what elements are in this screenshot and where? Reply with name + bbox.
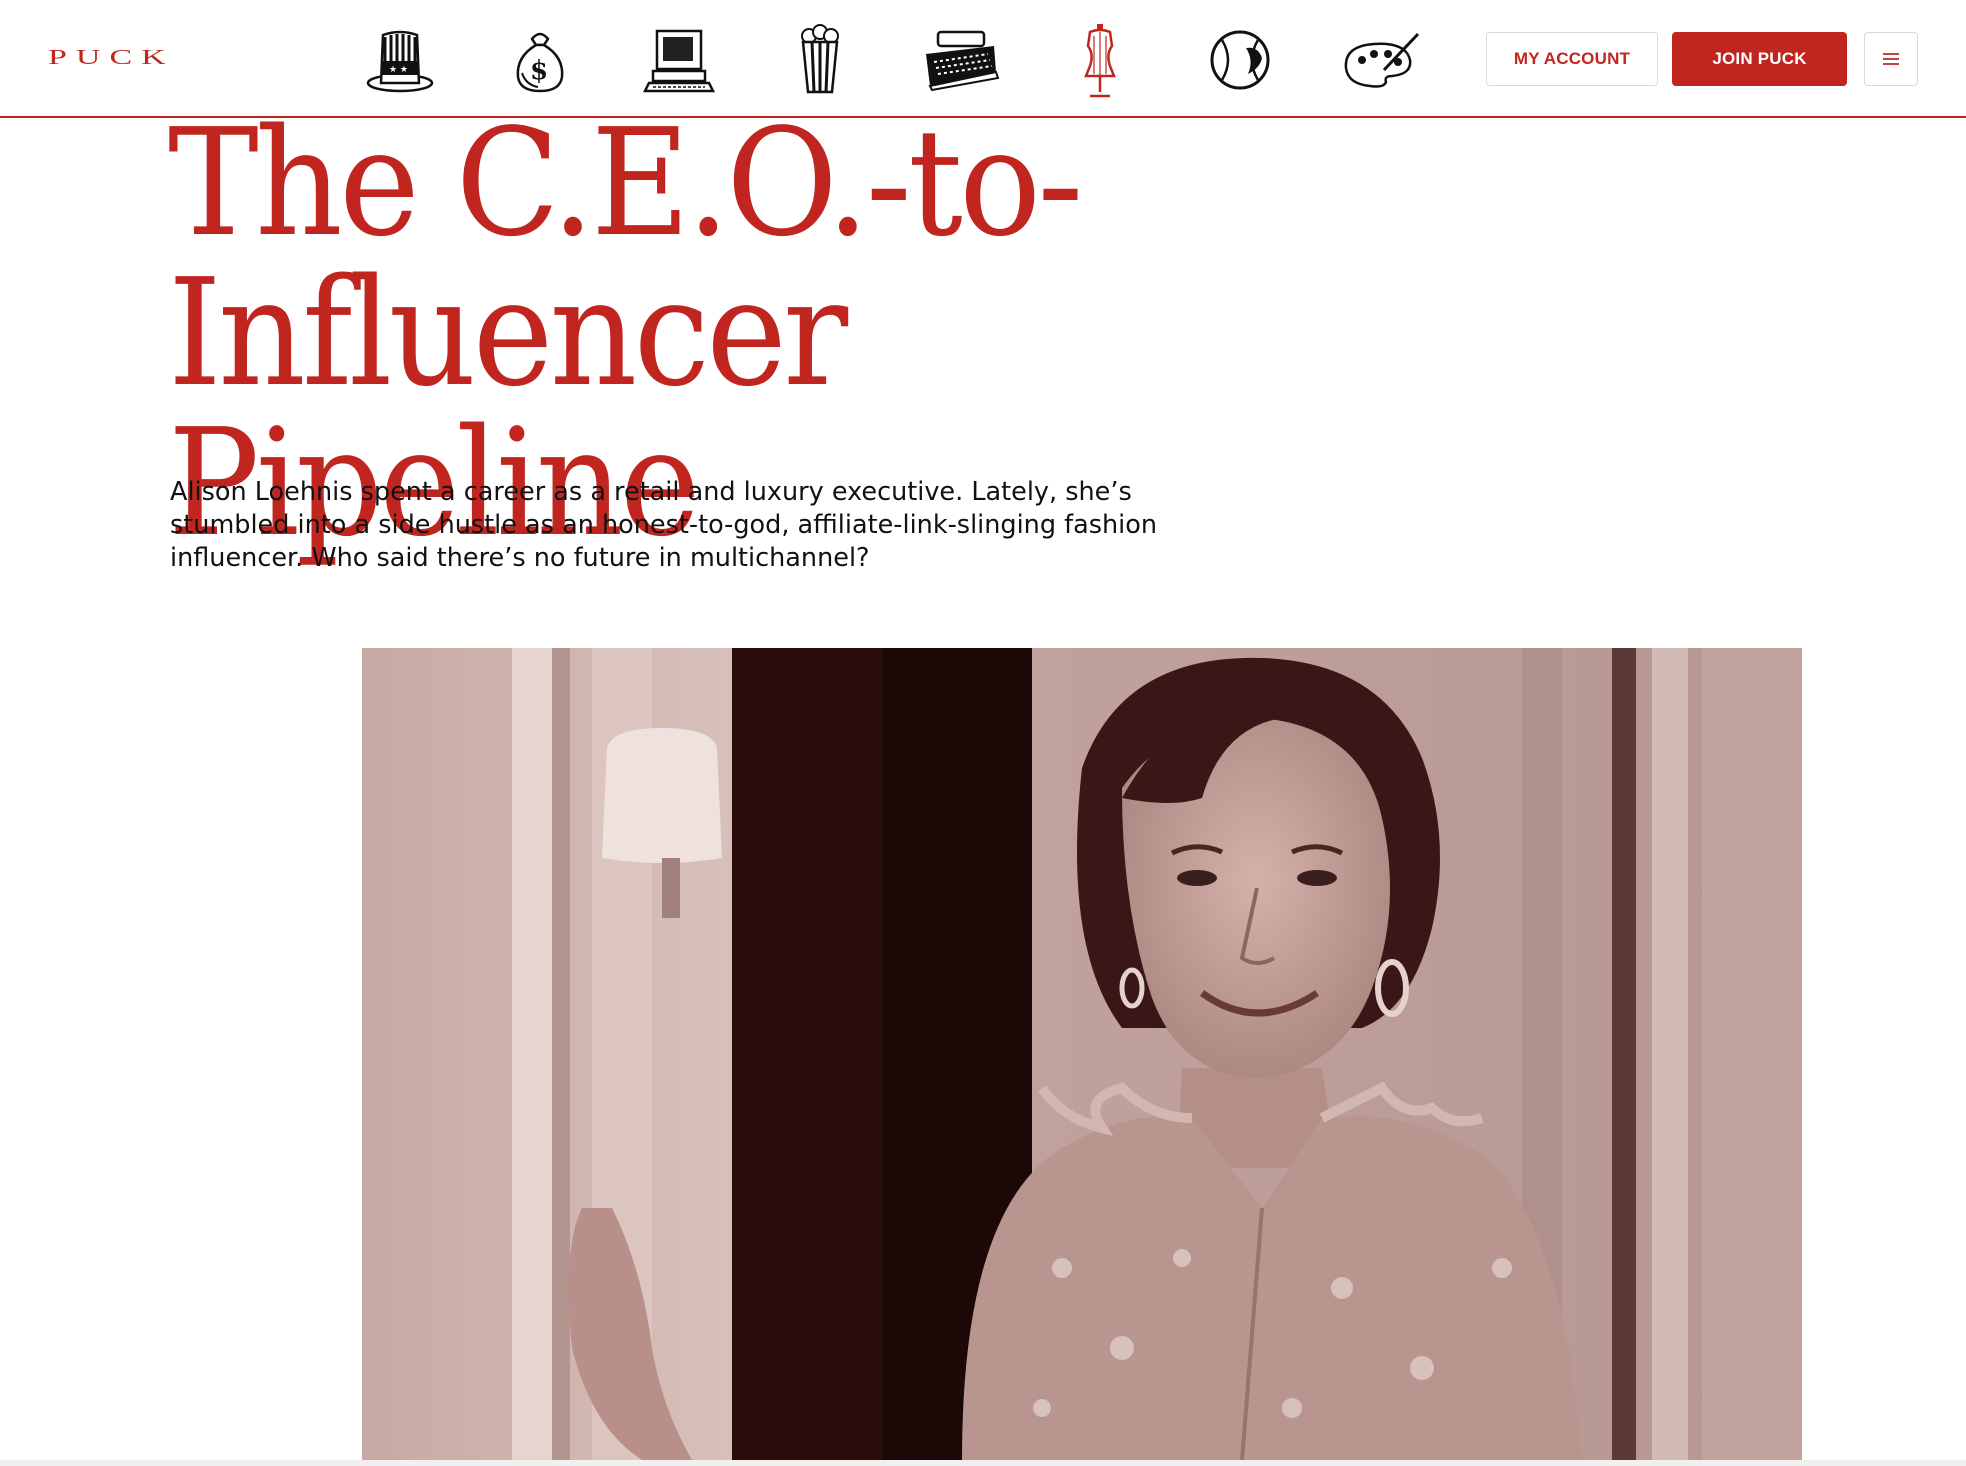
popcorn-icon[interactable] <box>750 18 890 102</box>
baseball-icon[interactable] <box>1170 18 1310 102</box>
typewriter-icon[interactable] <box>890 18 1030 102</box>
uncle-sam-hat-icon[interactable]: ★ ★ <box>330 18 470 102</box>
portrait-photo <box>362 648 1802 1460</box>
money-bag-icon[interactable]: $ <box>470 18 610 102</box>
puck-logo[interactable]: PUCK <box>48 46 175 71</box>
menu-button[interactable] <box>1864 32 1918 86</box>
page: PUCK ★ ★ $ MY ACCOUNT JOIN PUCK The C.E.… <box>0 0 1966 1466</box>
headline-line-1: The C.E.O.-to-Influencer <box>168 97 1083 419</box>
computer-icon[interactable] <box>610 18 750 102</box>
article-dek: Alison Loehnis spent a career as a retai… <box>170 477 1158 573</box>
my-account-button[interactable]: MY ACCOUNT <box>1486 32 1658 86</box>
dress-form-icon[interactable] <box>1030 18 1170 102</box>
section-nav: ★ ★ $ <box>330 18 1450 102</box>
hamburger-menu-icon <box>1883 53 1899 65</box>
svg-text:$: $ <box>530 56 548 86</box>
join-puck-button[interactable]: JOIN PUCK <box>1672 32 1847 86</box>
page-bottom-edge <box>0 1460 1966 1466</box>
paint-palette-icon[interactable] <box>1310 18 1450 102</box>
svg-text:★ ★: ★ ★ <box>389 65 408 75</box>
